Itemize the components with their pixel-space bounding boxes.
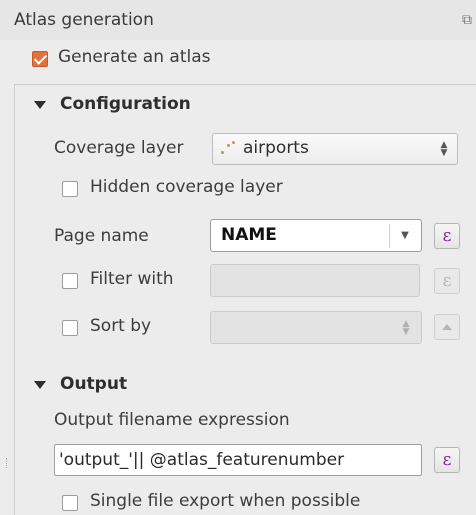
page-name-expression-button[interactable]: ε	[434, 223, 460, 249]
filter-expression-button[interactable]: ε	[434, 268, 460, 294]
collapse-output-icon[interactable]	[34, 381, 46, 389]
combo-updown-icon: ▲ ▼	[440, 140, 448, 158]
generate-atlas-label: Generate an atlas	[58, 47, 211, 67]
dock-splitter[interactable]	[0, 40, 14, 511]
sort-combo-updown-icon: ▲ ▼	[402, 319, 410, 337]
splitter-grip-icon	[6, 458, 9, 468]
single-file-export-checkbox[interactable]	[62, 495, 78, 511]
output-filename-value: 'output_'|| @atlas_featurenumber	[59, 450, 345, 470]
generate-atlas-checkbox[interactable]	[32, 51, 48, 67]
filter-with-label: Filter with	[90, 269, 174, 289]
page-name-value: NAME	[221, 225, 277, 245]
single-file-export-label: Single file export when possible	[90, 491, 361, 511]
dropdown-arrow-icon: ▼	[401, 230, 409, 241]
page-name-label: Page name	[54, 226, 149, 246]
sort-order-button[interactable]	[434, 314, 460, 340]
filter-expression-input[interactable]	[210, 264, 420, 297]
output-filename-input[interactable]: 'output_'|| @atlas_featurenumber	[54, 444, 422, 476]
output-filename-expression-button[interactable]: ε	[434, 447, 460, 473]
sort-by-checkbox[interactable]	[62, 320, 78, 336]
coverage-layer-value: airports	[243, 138, 309, 158]
page-name-combo[interactable]: NAME ▼	[210, 219, 422, 252]
output-filename-label: Output filename expression	[54, 410, 290, 430]
output-header[interactable]: Output	[60, 374, 127, 394]
configuration-header[interactable]: Configuration	[60, 94, 191, 114]
panel-title: Atlas generation	[14, 10, 154, 30]
hidden-coverage-checkbox[interactable]	[62, 181, 78, 197]
float-panel-icon[interactable]: ⧉	[462, 12, 476, 28]
filter-with-checkbox[interactable]	[62, 273, 78, 289]
sort-ascending-icon	[442, 324, 452, 330]
coverage-layer-combo[interactable]: airports ▲ ▼	[212, 133, 458, 165]
sort-by-combo[interactable]: ▲ ▼	[210, 311, 422, 344]
sort-by-label: Sort by	[90, 316, 152, 336]
point-layer-icon	[219, 141, 237, 157]
hidden-coverage-label: Hidden coverage layer	[90, 177, 283, 197]
combo-separator	[389, 224, 390, 248]
collapse-configuration-icon[interactable]	[34, 101, 46, 109]
coverage-layer-label: Coverage layer	[54, 138, 184, 158]
